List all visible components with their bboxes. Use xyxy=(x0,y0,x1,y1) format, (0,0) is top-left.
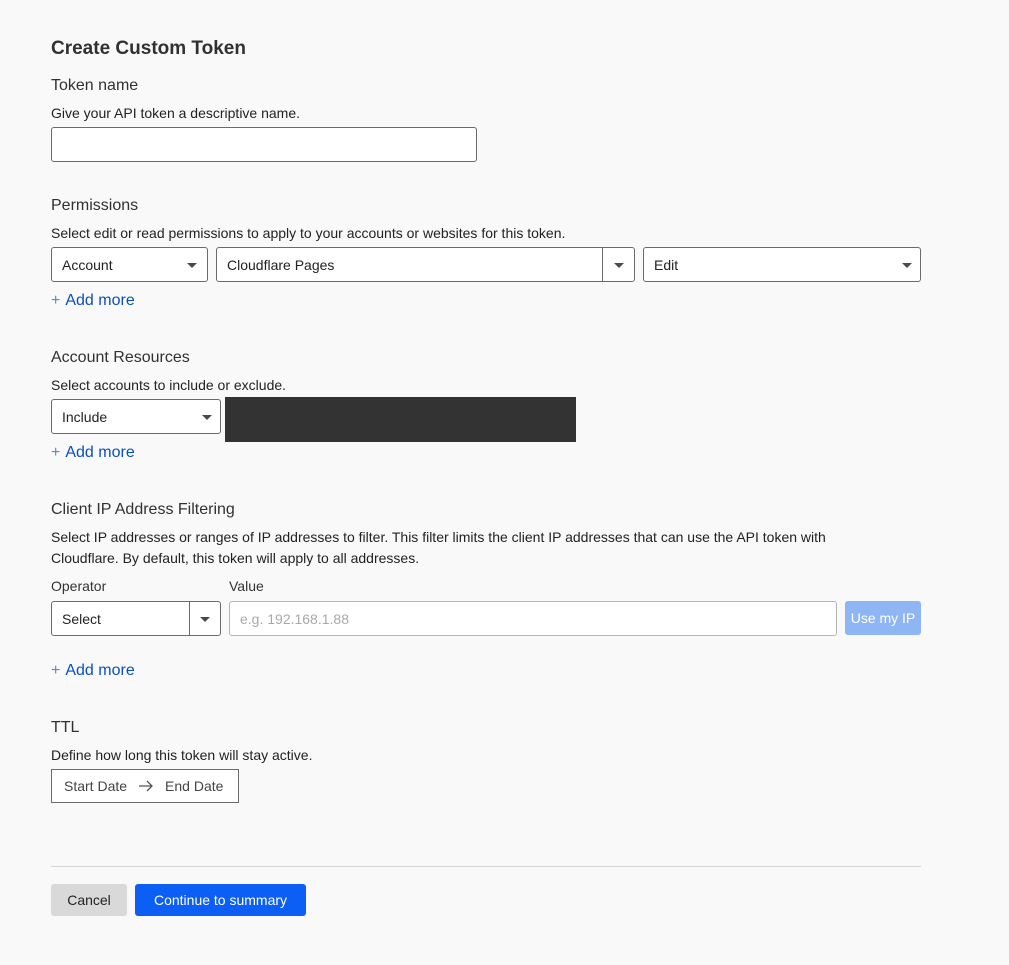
continue-to-summary-button[interactable]: Continue to summary xyxy=(135,884,306,916)
ip-filtering-heading: Client IP Address Filtering xyxy=(51,501,235,518)
plus-icon: + xyxy=(51,444,61,461)
chevron-down-icon[interactable] xyxy=(200,617,210,622)
permission-access-select[interactable]: Edit xyxy=(643,247,921,282)
arrow-right-icon xyxy=(138,780,154,792)
footer-divider xyxy=(51,866,921,867)
permission-resource-select[interactable]: Cloudflare Pages xyxy=(216,247,635,282)
add-more-label: Add more xyxy=(65,292,135,309)
use-my-ip-button[interactable]: Use my IP xyxy=(845,601,921,635)
permission-scope-value: Account xyxy=(62,256,113,273)
account-resources-description: Select accounts to include or exclude. xyxy=(51,377,287,393)
account-resources-heading: Account Resources xyxy=(51,349,190,366)
plus-icon: + xyxy=(51,292,61,309)
page-title: Create Custom Token xyxy=(51,38,246,59)
chevron-down-icon[interactable] xyxy=(614,263,624,268)
permissions-description: Select edit or read permissions to apply… xyxy=(51,225,566,241)
permissions-add-more-link[interactable]: + Add more xyxy=(51,292,135,310)
token-name-description: Give your API token a descriptive name. xyxy=(51,105,301,121)
operator-select[interactable]: Select xyxy=(51,601,221,636)
permission-scope-select[interactable]: Account xyxy=(51,247,208,282)
operator-label: Operator xyxy=(51,578,107,594)
value-label: Value xyxy=(229,578,264,594)
permission-access-value: Edit xyxy=(654,256,679,273)
add-more-label: Add more xyxy=(65,662,135,679)
plus-icon: + xyxy=(51,662,61,679)
ip-filtering-add-more-link[interactable]: + Add more xyxy=(51,662,135,680)
redacted-account-select[interactable] xyxy=(225,397,576,442)
chevron-down-icon xyxy=(202,415,212,420)
end-date-field[interactable]: End Date xyxy=(165,778,223,794)
cancel-button[interactable]: Cancel xyxy=(51,884,127,916)
ttl-description: Define how long this token will stay act… xyxy=(51,747,313,763)
select-divider xyxy=(602,248,603,281)
account-mode-value: Include xyxy=(62,408,108,425)
start-date-field[interactable]: Start Date xyxy=(64,778,127,794)
account-resources-add-more-link[interactable]: + Add more xyxy=(51,444,135,462)
chevron-down-icon xyxy=(902,263,912,268)
account-mode-select[interactable]: Include xyxy=(51,399,221,434)
add-more-label: Add more xyxy=(65,444,135,461)
permission-resource-value: Cloudflare Pages xyxy=(227,256,335,273)
permissions-heading: Permissions xyxy=(51,197,139,214)
operator-value: Select xyxy=(62,610,101,627)
ip-value-placeholder: e.g. 192.168.1.88 xyxy=(240,610,349,627)
ip-filtering-description: Select IP addresses or ranges of IP addr… xyxy=(51,529,826,566)
ip-value-input[interactable]: e.g. 192.168.1.88 xyxy=(229,601,837,636)
token-name-heading: Token name xyxy=(51,77,139,94)
chevron-down-icon xyxy=(187,263,197,268)
ttl-heading: TTL xyxy=(51,719,80,736)
select-divider xyxy=(189,602,190,635)
token-name-input[interactable] xyxy=(51,127,477,162)
ttl-date-range-picker[interactable]: Start Date End Date xyxy=(51,769,239,803)
